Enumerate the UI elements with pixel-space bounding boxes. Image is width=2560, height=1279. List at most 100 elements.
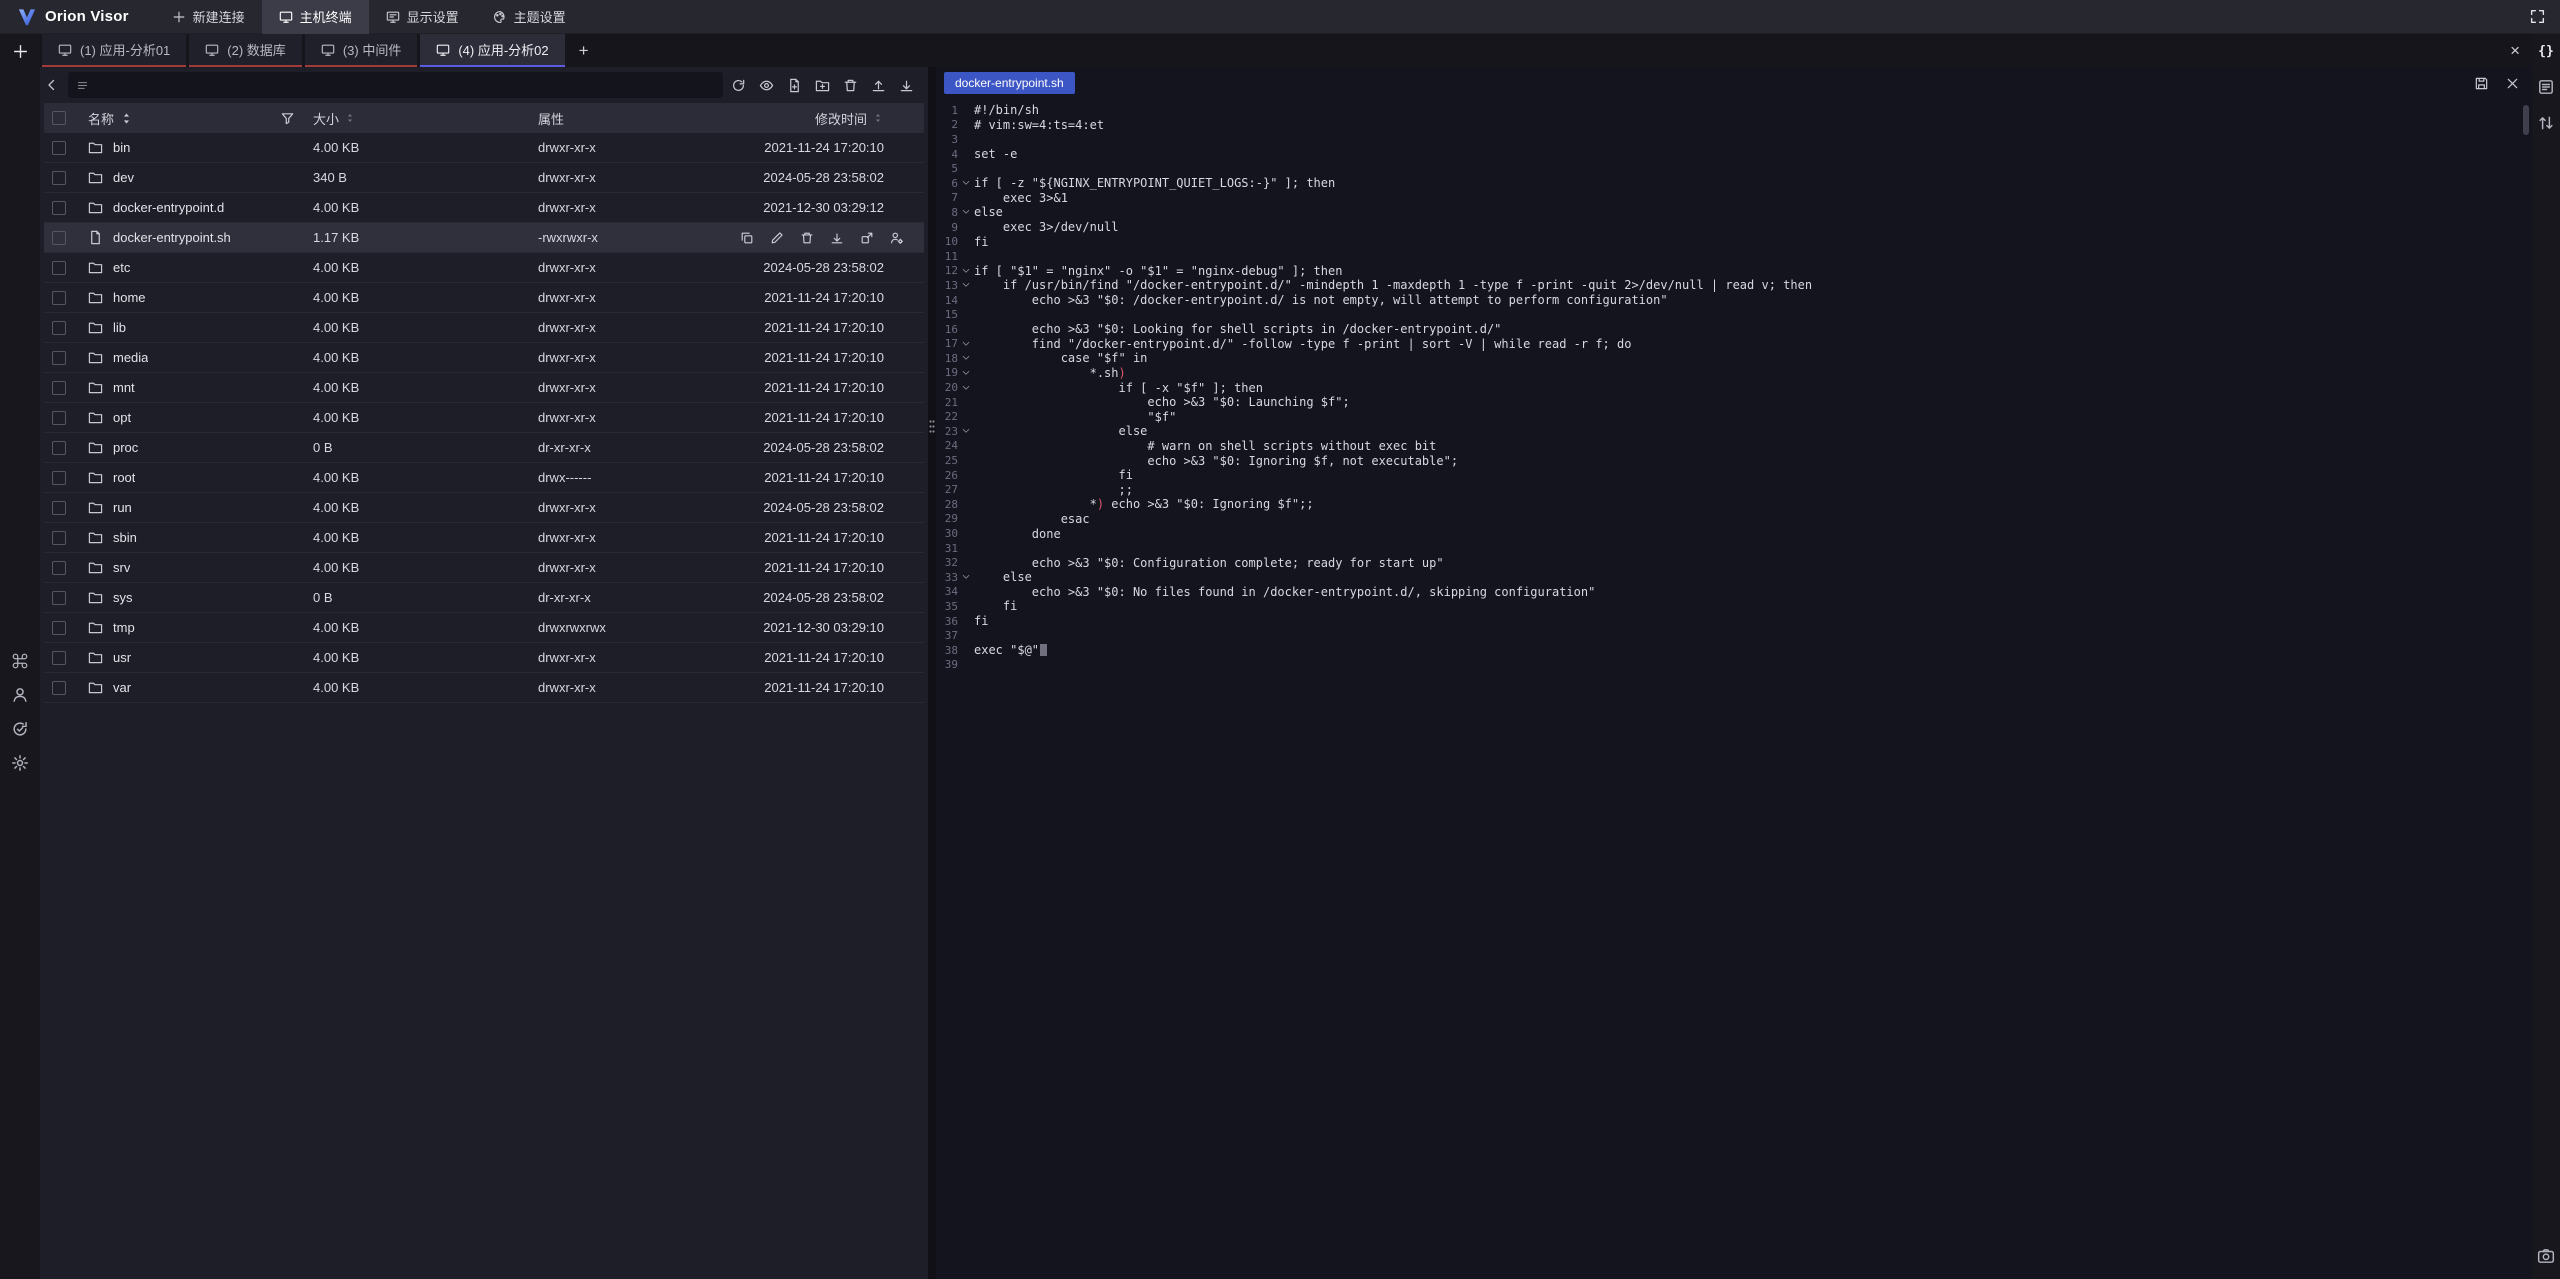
file-row[interactable]: docker-entrypoint.d4.00 KBdrwxr-xr-x2021… xyxy=(44,193,924,223)
file-row[interactable]: sbin4.00 KBdrwxr-xr-x2021-11-24 17:20:10 xyxy=(44,523,924,553)
download-icon[interactable] xyxy=(899,78,914,93)
fold-icon[interactable] xyxy=(958,353,974,363)
file-row[interactable]: srv4.00 KBdrwxr-xr-x2021-11-24 17:20:10 xyxy=(44,553,924,583)
path-input[interactable] xyxy=(96,78,715,92)
download-icon[interactable] xyxy=(830,231,844,245)
sync-icon[interactable] xyxy=(11,720,29,738)
select-all-checkbox[interactable] xyxy=(52,111,66,125)
terminal-tab[interactable]: (3) 中间件 xyxy=(305,34,418,67)
nav-item[interactable]: 主题设置 xyxy=(476,0,583,34)
file-row[interactable]: proc0 Bdr-xr-xr-x2024-05-28 23:58:02 xyxy=(44,433,924,463)
filter-icon[interactable] xyxy=(280,111,295,126)
row-checkbox[interactable] xyxy=(52,231,66,245)
fold-icon[interactable] xyxy=(958,178,974,188)
row-checkbox[interactable] xyxy=(52,651,66,665)
row-checkbox[interactable] xyxy=(52,591,66,605)
row-checkbox[interactable] xyxy=(52,171,66,185)
fullscreen-icon[interactable] xyxy=(2529,8,2546,25)
row-checkbox[interactable] xyxy=(52,291,66,305)
row-checkbox[interactable] xyxy=(52,441,66,455)
terminal-tab[interactable]: (1) 应用-分析01 xyxy=(42,34,186,67)
row-checkbox[interactable] xyxy=(52,201,66,215)
panel-divider[interactable] xyxy=(928,67,936,1279)
refresh-icon[interactable] xyxy=(731,78,746,93)
edit-icon[interactable] xyxy=(770,231,784,245)
file-row[interactable]: root4.00 KBdrwx------2021-11-24 17:20:10 xyxy=(44,463,924,493)
file-row[interactable]: lib4.00 KBdrwxr-xr-x2021-11-24 17:20:10 xyxy=(44,313,924,343)
row-checkbox[interactable] xyxy=(52,531,66,545)
fold-icon[interactable] xyxy=(958,383,974,393)
fold-icon[interactable] xyxy=(958,339,974,349)
row-checkbox[interactable] xyxy=(52,621,66,635)
file-row[interactable]: mnt4.00 KBdrwxr-xr-x2021-11-24 17:20:10 xyxy=(44,373,924,403)
file-row[interactable]: run4.00 KBdrwxr-xr-x2024-05-28 23:58:02 xyxy=(44,493,924,523)
row-checkbox[interactable] xyxy=(52,261,66,275)
terminal-tab[interactable]: (4) 应用-分析02 xyxy=(420,34,564,67)
camera-icon[interactable] xyxy=(2537,1247,2555,1265)
permission-icon[interactable] xyxy=(890,231,904,245)
file-row[interactable]: opt4.00 KBdrwxr-xr-x2021-11-24 17:20:10 xyxy=(44,403,924,433)
nav-item[interactable]: 主机终端 xyxy=(262,0,369,34)
command-icon[interactable] xyxy=(11,652,29,670)
new-folder-icon[interactable] xyxy=(815,78,830,93)
braces-icon[interactable]: {} xyxy=(2537,42,2555,60)
fold-icon[interactable] xyxy=(958,368,974,378)
file-row[interactable]: var4.00 KBdrwxr-xr-x2021-11-24 17:20:10 xyxy=(44,673,924,703)
row-checkbox[interactable] xyxy=(52,321,66,335)
terminal-tab[interactable]: (2) 数据库 xyxy=(189,34,302,67)
file-row[interactable]: home4.00 KBdrwxr-xr-x2021-11-24 17:20:10 xyxy=(44,283,924,313)
row-checkbox[interactable] xyxy=(52,351,66,365)
fold-icon[interactable] xyxy=(958,572,974,582)
scrollbar-thumb[interactable] xyxy=(2523,105,2529,135)
upload-icon[interactable] xyxy=(871,78,886,93)
gear-icon[interactable] xyxy=(11,754,29,772)
file-row[interactable]: etc4.00 KBdrwxr-xr-x2024-05-28 23:58:02 xyxy=(44,253,924,283)
save-icon[interactable] xyxy=(2474,76,2489,91)
file-row[interactable]: usr4.00 KBdrwxr-xr-x2021-11-24 17:20:10 xyxy=(44,643,924,673)
fold-icon[interactable] xyxy=(958,266,974,276)
copy-icon[interactable] xyxy=(740,231,754,245)
row-checkbox[interactable] xyxy=(52,471,66,485)
file-row[interactable]: media4.00 KBdrwxr-xr-x2021-11-24 17:20:1… xyxy=(44,343,924,373)
drag-handle-icon[interactable] xyxy=(929,419,935,434)
row-checkbox[interactable] xyxy=(52,561,66,575)
close-icon[interactable] xyxy=(2505,76,2520,91)
fold-icon[interactable] xyxy=(958,426,974,436)
nav-item[interactable]: 新建连接 xyxy=(155,0,262,34)
new-file-icon[interactable] xyxy=(787,78,802,93)
file-row[interactable]: docker-entrypoint.sh1.17 KB-rwxrwxr-x xyxy=(44,223,924,253)
code-editor[interactable]: 1#!/bin/sh2# vim:sw=4:ts=4:et34set -e56i… xyxy=(936,99,2532,1279)
sort-mtime-icon[interactable] xyxy=(872,112,884,124)
user-icon[interactable] xyxy=(11,686,29,704)
eye-icon[interactable] xyxy=(759,78,774,93)
fold-icon[interactable] xyxy=(958,280,974,290)
fold-icon[interactable] xyxy=(958,207,974,217)
close-all-icon[interactable]: × xyxy=(2498,34,2532,67)
row-checkbox[interactable] xyxy=(52,501,66,515)
sort-size-icon[interactable] xyxy=(344,112,356,124)
list-icon[interactable] xyxy=(2537,78,2555,96)
file-row[interactable]: dev340 Bdrwxr-xr-x2024-05-28 23:58:02 xyxy=(44,163,924,193)
add-tab-button[interactable]: + xyxy=(565,34,603,67)
nav-item-label: 主题设置 xyxy=(514,7,566,26)
code-line: 8else xyxy=(940,205,2532,220)
sort-name-icon[interactable] xyxy=(119,111,134,126)
path-menu-icon[interactable] xyxy=(76,79,89,92)
nav-item[interactable]: 显示设置 xyxy=(369,0,476,34)
file-row[interactable]: tmp4.00 KBdrwxrwxrwx2021-12-30 03:29:10 xyxy=(44,613,924,643)
trash-icon[interactable] xyxy=(843,78,858,93)
file-mtime: 2021-11-24 17:20:10 xyxy=(778,380,924,395)
brand[interactable]: Orion Visor xyxy=(18,8,155,26)
new-connection-icon[interactable] xyxy=(12,43,29,60)
editor-file-tab[interactable]: docker-entrypoint.sh xyxy=(944,72,1075,94)
back-icon[interactable] xyxy=(44,77,60,93)
row-checkbox[interactable] xyxy=(52,681,66,695)
row-checkbox[interactable] xyxy=(52,411,66,425)
row-checkbox[interactable] xyxy=(52,381,66,395)
swap-icon[interactable] xyxy=(2537,114,2555,132)
row-checkbox[interactable] xyxy=(52,141,66,155)
file-row[interactable]: sys0 Bdr-xr-xr-x2024-05-28 23:58:02 xyxy=(44,583,924,613)
trash-icon[interactable] xyxy=(800,231,814,245)
move-icon[interactable] xyxy=(860,231,874,245)
file-row[interactable]: bin4.00 KBdrwxr-xr-x2021-11-24 17:20:10 xyxy=(44,133,924,163)
